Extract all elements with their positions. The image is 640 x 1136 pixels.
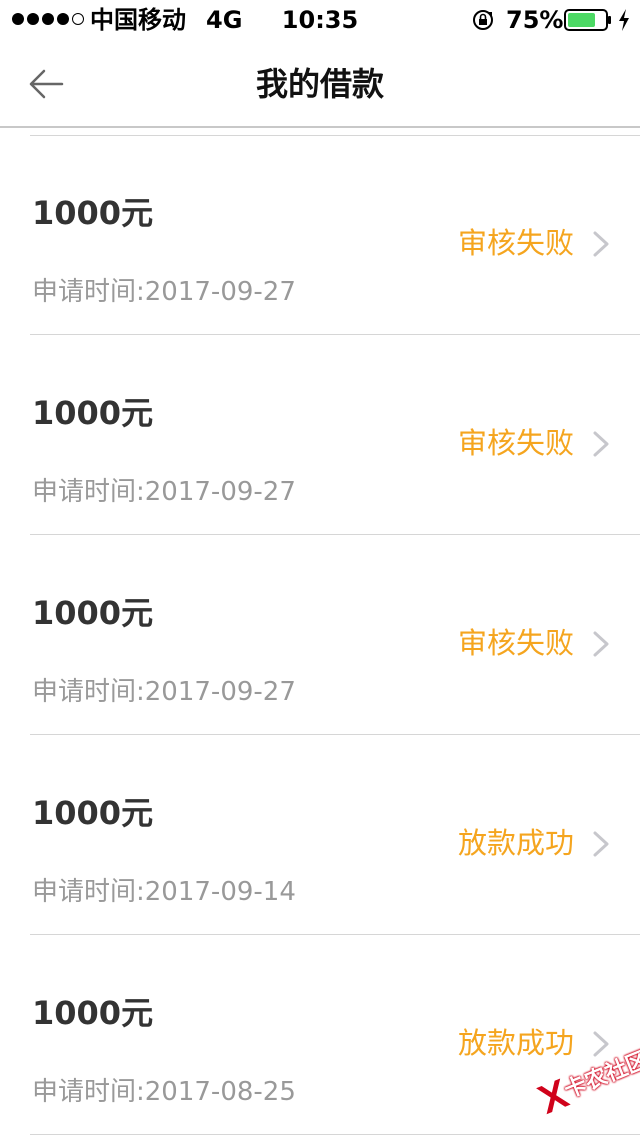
battery-percentage: 75%: [506, 6, 564, 34]
loan-list-item[interactable]: 1000元 申请时间:2017-09-27 审核失败: [0, 535, 640, 735]
loan-list-item[interactable]: 1000元 申请时间:2017-09-27 审核失败: [0, 135, 640, 335]
apply-date: 2017-09-14: [144, 877, 296, 907]
loan-status: 审核失败: [457, 426, 574, 460]
page-title: 我的借款: [255, 65, 384, 103]
loan-amount: 1000元: [32, 594, 154, 632]
battery-icon: [564, 9, 611, 31]
apply-time: 申请时间:2017-09-27: [32, 275, 296, 309]
divider: [30, 1134, 640, 1135]
apply-date: 2017-09-27: [144, 677, 296, 707]
loan-list-item[interactable]: 1000元 申请时间:2017-09-14 放款成功: [0, 735, 640, 935]
chevron-right-icon: [593, 431, 609, 457]
rotation-lock-icon: [473, 10, 493, 30]
apply-time: 申请时间:2017-09-27: [32, 675, 296, 709]
chevron-right-icon: [593, 831, 609, 857]
apply-time: 申请时间:2017-09-27: [32, 475, 296, 509]
chevron-right-icon: [593, 631, 609, 657]
loan-amount: 1000元: [32, 194, 154, 232]
loan-status: 放款成功: [457, 826, 574, 860]
loan-list-item[interactable]: 1000元 申请时间:2017-09-27 审核失败: [0, 335, 640, 535]
status-bar: 中国移动 4G 10:35 75%: [0, 0, 640, 40]
apply-time-label: 申请时间:: [32, 877, 145, 907]
apply-time-label: 申请时间:: [32, 477, 145, 507]
apply-time-label: 申请时间:: [32, 277, 145, 307]
loan-status: 审核失败: [457, 226, 574, 260]
apply-time: 申请时间:2017-08-25: [32, 1075, 296, 1109]
chevron-right-icon: [593, 231, 609, 257]
apply-time: 申请时间:2017-09-14: [32, 875, 296, 909]
navigation-bar: 我的借款: [0, 40, 640, 128]
loan-status: 审核失败: [457, 626, 574, 660]
app-screen: 中国移动 4G 10:35 75% 我的借款 1000元 申请时间:2017-0…: [0, 0, 640, 1136]
apply-date: 2017-09-27: [144, 477, 296, 507]
apply-time-label: 申请时间:: [32, 677, 145, 707]
watermark-text: 卡农社区: [560, 1047, 640, 1104]
apply-date: 2017-09-27: [144, 277, 296, 307]
loan-amount: 1000元: [32, 994, 154, 1032]
loan-amount: 1000元: [32, 394, 154, 432]
apply-time-label: 申请时间:: [32, 1077, 145, 1107]
charging-bolt-icon: [619, 9, 629, 31]
apply-date: 2017-08-25: [144, 1077, 296, 1107]
loan-amount: 1000元: [32, 794, 154, 832]
